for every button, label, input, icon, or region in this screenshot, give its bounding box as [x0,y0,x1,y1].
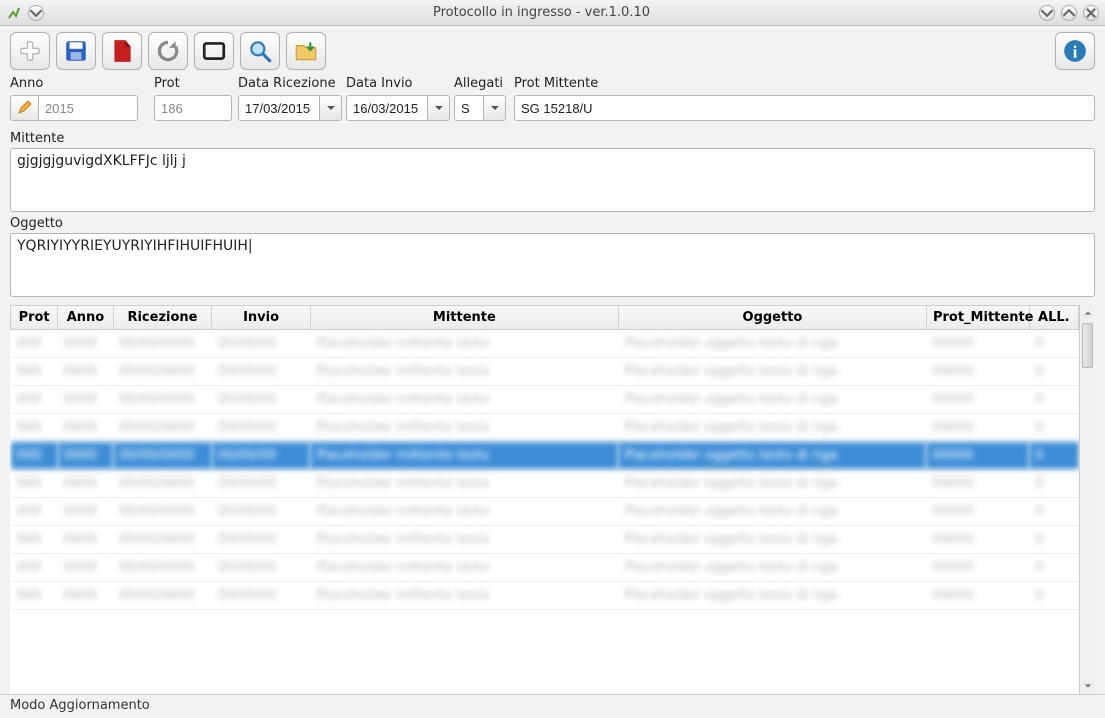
pdf-button[interactable] [102,32,142,70]
titlebar: Protocollo in ingresso - ver.1.0.10 [0,0,1105,26]
window-menu-button[interactable] [28,5,44,21]
col-prot-mittente[interactable]: Prot_Mittente [926,306,1029,330]
table-row[interactable]: 000000000/00/000000/00/00Placeholder mit… [11,442,1079,470]
dropdown-data-invio[interactable] [428,95,450,121]
window-mode-button[interactable] [194,32,234,70]
col-mittente[interactable]: Mittente [310,306,618,330]
table-scrollbar[interactable] [1079,305,1095,694]
table-row[interactable]: 000000000/00/000000/00/00Placeholder mit… [11,414,1079,442]
table-row[interactable]: 000000000/00/000000/00/00Placeholder mit… [11,358,1079,386]
textarea-mittente[interactable] [10,148,1095,212]
input-data-invio[interactable] [346,95,428,121]
col-ricezione[interactable]: Ricezione [113,306,212,330]
search-button[interactable] [240,32,280,70]
input-prot-mittente[interactable] [514,95,1095,121]
field-prot: Prot [154,76,234,121]
app-window: Protocollo in ingresso - ver.1.0.10 [0,0,1105,718]
scroll-up-icon[interactable] [1080,305,1095,321]
field-prot-mittente: Prot Mittente [514,76,1095,121]
table-header-row: Prot Anno Ricezione Invio Mittente Ogget… [11,306,1079,330]
edit-anno-button[interactable] [10,95,38,121]
table-row[interactable]: 000000000/00/000000/00/00Placeholder mit… [11,526,1079,554]
field-allegati: Allegati [454,76,510,121]
label-prot-mittente: Prot Mittente [514,76,1095,93]
field-data-invio: Data Invio [346,76,450,121]
label-anno: Anno [10,76,150,93]
label-prot: Prot [154,76,234,93]
field-anno: Anno [10,76,150,121]
save-button[interactable] [56,32,96,70]
input-allegati[interactable] [454,95,484,121]
dropdown-data-ricezione[interactable] [320,95,342,121]
col-oggetto[interactable]: Oggetto [618,306,926,330]
label-mittente: Mittente [0,127,1105,148]
new-button[interactable] [10,32,50,70]
table-row[interactable]: 000000000/00/000000/00/00Placeholder mit… [11,554,1079,582]
window-title: Protocollo in ingresso - ver.1.0.10 [50,5,1033,20]
minimize-button[interactable] [1039,5,1055,21]
table-row[interactable]: 000000000/00/000000/00/00Placeholder mit… [11,330,1079,358]
label-allegati: Allegati [454,76,510,93]
table-row[interactable]: 000000000/00/000000/00/00Placeholder mit… [11,386,1079,414]
label-oggetto: Oggetto [0,212,1105,233]
close-button[interactable] [1083,5,1099,21]
table-row[interactable]: 000000000/00/000000/00/00Placeholder mit… [11,498,1079,526]
svg-text:i: i [1073,43,1078,62]
form-row: Anno Prot Data Ricezione Data Invio [0,76,1105,127]
table-row[interactable]: 000000000/00/000000/00/00Placeholder mit… [11,582,1079,610]
records-table[interactable]: Prot Anno Ricezione Invio Mittente Ogget… [10,305,1079,694]
input-data-ricezione[interactable] [238,95,320,121]
maximize-button[interactable] [1061,5,1077,21]
input-anno[interactable] [38,95,138,121]
col-all[interactable]: ALL. [1029,306,1078,330]
refresh-button[interactable] [148,32,188,70]
field-data-ricezione: Data Ricezione [238,76,342,121]
app-icon [6,5,22,21]
label-data-invio: Data Invio [346,76,450,93]
statusbar: Modo Aggiornamento [0,694,1105,718]
open-folder-button[interactable] [286,32,326,70]
scroll-down-icon[interactable] [1080,678,1095,694]
toolbar: i [0,26,1105,76]
textarea-oggetto[interactable] [10,233,1095,297]
col-anno[interactable]: Anno [58,306,113,330]
scroll-thumb[interactable] [1082,323,1093,368]
info-button[interactable]: i [1055,32,1095,70]
dropdown-allegati[interactable] [484,95,506,121]
records-table-container: Prot Anno Ricezione Invio Mittente Ogget… [10,305,1095,694]
label-data-ricezione: Data Ricezione [238,76,342,93]
col-prot[interactable]: Prot [11,306,58,330]
col-invio[interactable]: Invio [212,306,311,330]
input-prot[interactable] [154,95,232,121]
table-row[interactable]: 000000000/00/000000/00/00Placeholder mit… [11,470,1079,498]
